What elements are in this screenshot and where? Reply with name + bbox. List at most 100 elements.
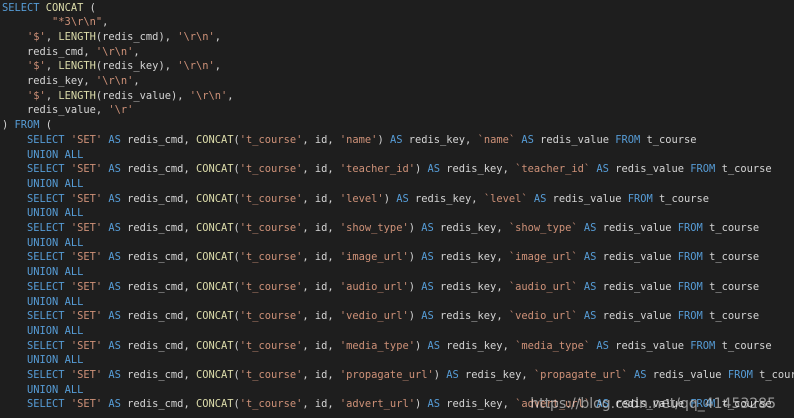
code-token: '$' bbox=[27, 89, 46, 102]
code-token: LENGTH bbox=[58, 60, 96, 73]
code-token: AS bbox=[102, 339, 128, 352]
code-token: 'media_type' bbox=[339, 339, 415, 352]
code-editor[interactable]: SELECT CONCAT ( "*3\r\n", '$', LENGTH(re… bbox=[0, 0, 794, 418]
code-token: ) bbox=[414, 163, 428, 176]
code-token: `media_type` bbox=[515, 339, 591, 352]
code-token: redis_cmd bbox=[127, 163, 184, 176]
code-token: redis_value bbox=[602, 222, 672, 234]
code-token: 'SET' bbox=[70, 222, 103, 234]
code-token: LENGTH bbox=[58, 89, 96, 102]
code-token: ) bbox=[377, 133, 390, 146]
code-token: , bbox=[302, 310, 315, 323]
code-token: 'SET' bbox=[70, 192, 103, 205]
code-token: AS bbox=[102, 251, 128, 264]
code-token: CONCAT bbox=[195, 192, 234, 205]
code-token: id bbox=[314, 310, 328, 323]
code-token: t_course bbox=[759, 369, 794, 381]
code-token: AS bbox=[102, 369, 128, 381]
code-token: redis_key bbox=[440, 280, 497, 293]
code-token: , bbox=[327, 280, 340, 293]
code-token: FROM bbox=[621, 192, 660, 205]
code-token: , bbox=[496, 251, 509, 264]
code-token: , bbox=[327, 163, 340, 176]
code-token: id bbox=[314, 398, 328, 411]
code-token: t_course bbox=[721, 163, 772, 176]
code-token: 'SET' bbox=[70, 398, 103, 411]
code-token: `teacher_id` bbox=[515, 163, 591, 176]
code-token: 'image_url' bbox=[339, 251, 409, 264]
code-token: SELECT bbox=[27, 251, 71, 264]
code-token: CONCAT bbox=[195, 280, 234, 293]
code-token: , bbox=[183, 398, 196, 411]
code-token: 'vedio_url' bbox=[339, 310, 409, 323]
code-token: `image_url` bbox=[508, 251, 578, 264]
code-token: , bbox=[502, 398, 516, 411]
code-token: AS bbox=[515, 133, 541, 146]
code-line: SELECT 'SET' AS redis_cmd, CONCAT('t_cou… bbox=[2, 339, 794, 354]
code-token: AS bbox=[427, 163, 447, 176]
code-token: , bbox=[227, 89, 234, 102]
code-token: CONCAT bbox=[195, 133, 234, 146]
code-token: redis_key bbox=[440, 222, 497, 234]
code-token: , bbox=[102, 16, 109, 29]
code-token: redis_value bbox=[652, 369, 722, 381]
code-token: redis_cmd bbox=[127, 280, 184, 293]
code-line: SELECT CONCAT ( bbox=[2, 1, 794, 16]
code-token: , bbox=[496, 222, 509, 234]
code-token: redis_value bbox=[552, 192, 622, 205]
code-token: `show_type` bbox=[508, 222, 578, 234]
code-token: AS bbox=[102, 310, 128, 323]
code-token: 't_course' bbox=[239, 398, 303, 411]
code-token: redis_value bbox=[615, 339, 685, 352]
code-token: , bbox=[45, 89, 59, 102]
code-token: '$' bbox=[27, 30, 46, 43]
code-token: SELECT bbox=[27, 133, 71, 146]
code-token: redis_key bbox=[414, 192, 472, 205]
code-token: CONCAT bbox=[195, 398, 234, 411]
code-token: 'SET' bbox=[70, 133, 103, 146]
code-token: redis_value bbox=[102, 89, 171, 102]
code-line: UNION ALL bbox=[2, 236, 794, 251]
code-token: redis_key bbox=[408, 133, 466, 146]
code-token: , bbox=[502, 163, 516, 176]
code-token: UNION ALL bbox=[27, 324, 84, 337]
code-token: ) bbox=[383, 192, 397, 205]
code-token: , bbox=[327, 251, 340, 264]
code-token: , bbox=[183, 133, 196, 146]
code-token: UNION ALL bbox=[27, 295, 84, 308]
code-token: `audio_url` bbox=[508, 280, 578, 293]
code-token: ) bbox=[414, 398, 428, 411]
code-token: redis_value bbox=[540, 133, 609, 146]
code-token: , bbox=[327, 398, 340, 411]
code-token: redis_key bbox=[446, 339, 503, 352]
code-token: 't_course' bbox=[239, 339, 303, 352]
code-token: , bbox=[83, 75, 96, 87]
code-token: ) bbox=[414, 339, 428, 352]
code-token: , bbox=[496, 280, 509, 293]
code-token: UNION ALL bbox=[27, 207, 84, 220]
code-token: '\r\n' bbox=[177, 30, 215, 43]
code-token: 'advert_url' bbox=[339, 398, 415, 411]
code-token: UNION ALL bbox=[27, 354, 84, 367]
code-token: t_course bbox=[709, 310, 760, 323]
code-token: redis_cmd bbox=[127, 369, 184, 381]
code-token: id bbox=[314, 369, 328, 381]
code-line: SELECT 'SET' AS redis_cmd, CONCAT('t_cou… bbox=[2, 162, 794, 177]
code-token: , bbox=[214, 30, 222, 43]
code-line: UNION ALL bbox=[2, 353, 794, 368]
code-token: 'SET' bbox=[70, 251, 103, 264]
code-token: '\r\n' bbox=[95, 75, 134, 87]
code-token: 't_course' bbox=[239, 133, 303, 146]
code-line: '$', LENGTH(redis_value), '\r\n', bbox=[2, 89, 794, 104]
code-token: 'name' bbox=[339, 133, 378, 146]
code-token: ( bbox=[39, 119, 53, 132]
